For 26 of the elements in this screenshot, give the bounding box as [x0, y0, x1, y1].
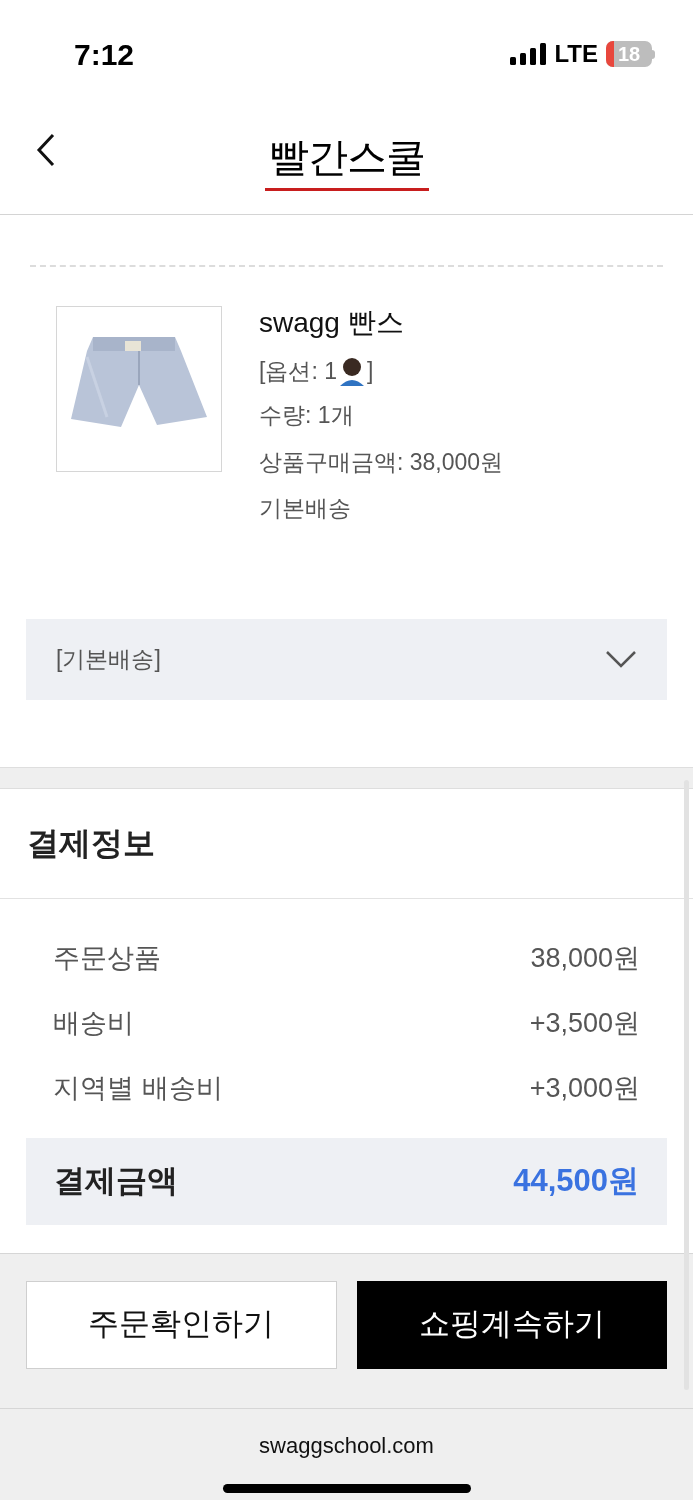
battery-indicator: 18	[606, 41, 655, 67]
signal-icon	[510, 43, 547, 65]
order-check-button[interactable]: 주문확인하기	[26, 1280, 337, 1369]
product-option: [옵션: 1	[259, 353, 337, 389]
payment-title: 결제정보	[27, 824, 155, 863]
product-price: 상품구매금액: 38,000원	[259, 447, 504, 477]
payment-value: 38,000원	[530, 941, 640, 975]
payment-label: 주문상품	[53, 941, 161, 975]
product-shipping: 기본배송	[259, 494, 352, 523]
payment-value: +3,000원	[529, 1071, 640, 1105]
payment-label: 배송비	[53, 1006, 134, 1040]
payment-label: 지역별 배송비	[53, 1071, 223, 1105]
site-logo[interactable]: 빨간스쿨	[268, 135, 425, 179]
total-value: 44,500원	[513, 1161, 639, 1200]
shipping-dropdown[interactable]: [기본배송]	[26, 618, 667, 700]
product-name[interactable]: swagg 빤스	[259, 306, 504, 340]
network-label: LTE	[554, 39, 598, 69]
chevron-down-icon	[605, 650, 637, 668]
product-option-end: ]	[366, 356, 374, 386]
status-time: 7:12	[74, 36, 135, 73]
chevron-left-icon	[36, 133, 56, 167]
total-label: 결제금액	[54, 1161, 178, 1200]
payment-value: +3,500원	[529, 1006, 640, 1040]
browser-url[interactable]: swaggschool.com	[259, 1428, 434, 1462]
continue-shopping-button[interactable]: 쇼핑계속하기	[356, 1280, 667, 1369]
product-quantity: 수량: 1개	[259, 401, 355, 430]
